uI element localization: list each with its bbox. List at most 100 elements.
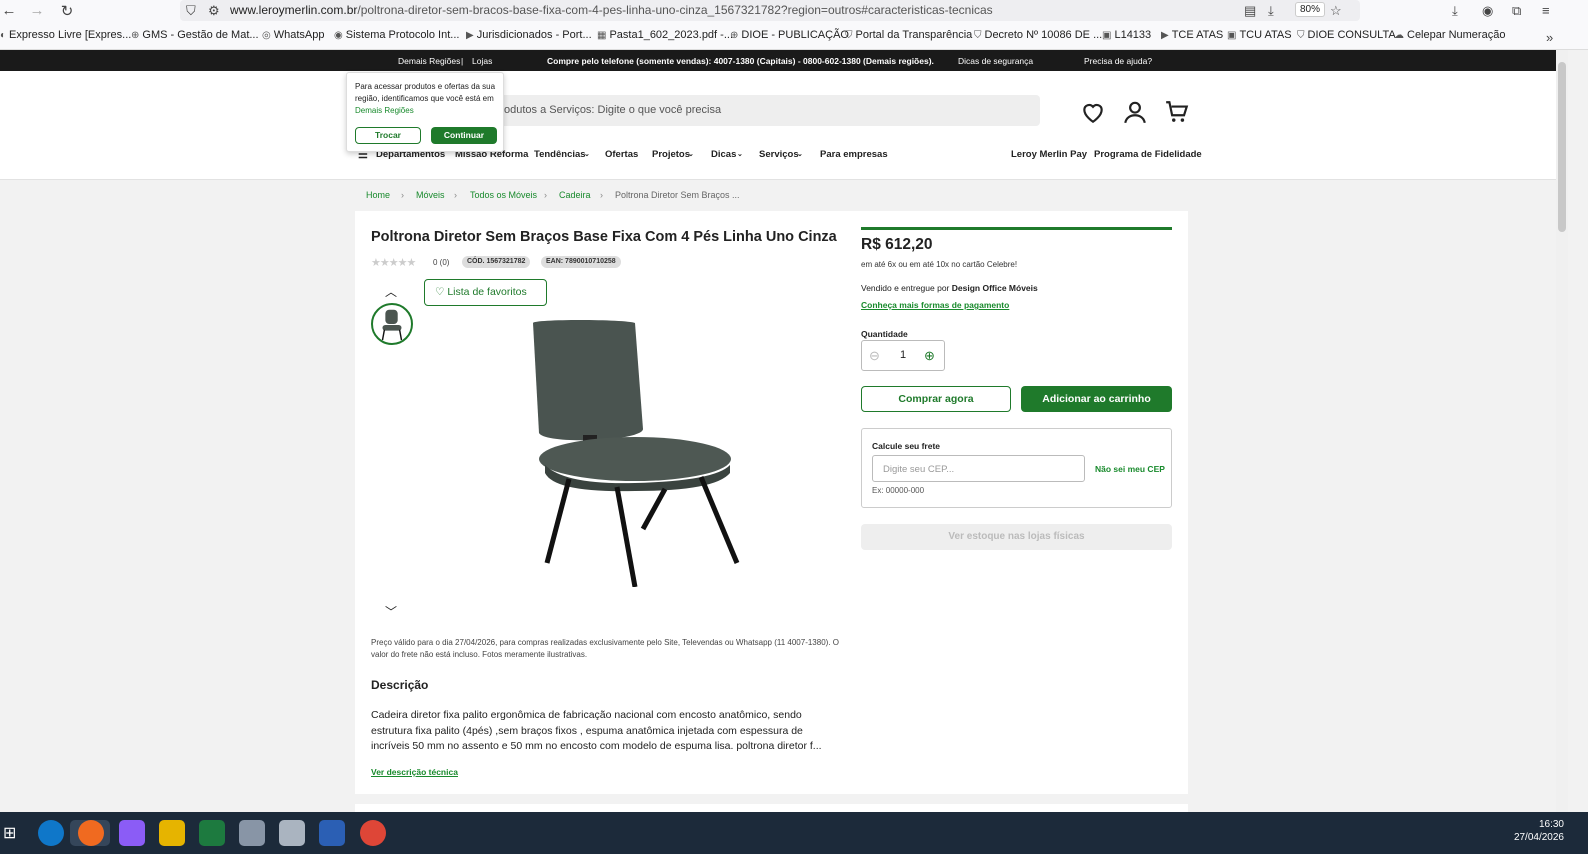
extensions-icon[interactable]: ⧉ xyxy=(1512,3,1521,19)
heart-icon[interactable] xyxy=(1080,99,1106,125)
payment-methods-link[interactable]: Conheça mais formas de pagamento xyxy=(861,300,1009,310)
stores-link[interactable]: Lojas xyxy=(472,56,492,66)
chevron-down-icon: ⌄ xyxy=(584,151,590,158)
account-icon[interactable]: ◉ xyxy=(1482,3,1493,19)
bookmark-label: DIOE - PUBLICAÇÃO xyxy=(741,29,849,41)
product-image xyxy=(533,320,740,587)
thumbnail-image[interactable] xyxy=(371,303,413,345)
popup-region-link[interactable]: Demais Regiões xyxy=(355,106,414,115)
browser-chrome: ← → ↻ ⛉ ⚙ www.leroymerlin.com.br/poltron… xyxy=(0,0,1588,50)
forward-icon[interactable]: → xyxy=(28,2,46,19)
reload-icon[interactable]: ↻ xyxy=(58,2,76,20)
unknown-cep-link[interactable]: Não sei meu CEP xyxy=(1095,464,1165,474)
excel-icon[interactable] xyxy=(199,820,225,846)
scrollbar-thumb[interactable] xyxy=(1558,62,1566,232)
menu-dicas[interactable]: Dicas xyxy=(711,149,736,160)
edge-icon[interactable] xyxy=(38,820,64,846)
breadcrumb-todos-moveis[interactable]: Todos os Móveis xyxy=(470,190,537,200)
bookmark-item[interactable]: ⛉ Decreto Nº 10086 DE ... xyxy=(974,29,1102,41)
bookmark-item[interactable]: ◉ Sistema Protocolo Int... xyxy=(334,29,459,41)
menu-para-empresas[interactable]: Para empresas xyxy=(820,149,888,160)
menu-icon[interactable]: ≡ xyxy=(1542,3,1550,18)
windows-start-icon[interactable]: ⊞ xyxy=(3,823,16,843)
search-placeholder: odutos a Serviços: Digite o que você pre… xyxy=(504,104,722,116)
region-link[interactable]: Demais Regiões xyxy=(398,56,460,66)
favorites-button[interactable]: ♡ Lista de favoritos xyxy=(424,279,547,306)
bookmark-item[interactable]: ⛉ DIOE CONSULTA xyxy=(1297,29,1396,41)
bookmark-item[interactable]: ▦ Pasta1_602_2023.pdf -... xyxy=(597,29,733,41)
change-region-button[interactable]: Trocar xyxy=(355,127,421,144)
bookmark-item[interactable]: ▶ Jurisdicionados - Port... xyxy=(466,29,592,41)
breadcrumb-separator: › xyxy=(600,190,603,200)
system-clock[interactable]: 16:30 27/04/2026 xyxy=(1510,818,1564,844)
minus-icon[interactable]: ⊖ xyxy=(869,348,880,364)
buy-now-button[interactable]: Comprar agora xyxy=(861,386,1011,412)
file-explorer-icon[interactable] xyxy=(159,820,185,846)
menu-tendencias[interactable]: Tendências xyxy=(534,149,586,160)
description-text: Cadeira diretor fixa palito ergonômica d… xyxy=(371,709,822,752)
continue-button[interactable]: Continuar xyxy=(431,127,497,144)
menu-programa-fidelidade[interactable]: Programa de Fidelidade xyxy=(1094,149,1202,160)
tech-description-link[interactable]: Ver descrição técnica xyxy=(371,767,458,777)
more-bookmarks-icon[interactable]: » xyxy=(1546,30,1553,45)
bookmark-item[interactable]: ◐ Expresso Livre [Expres... xyxy=(0,29,131,41)
copilot-icon[interactable] xyxy=(119,820,145,846)
save-page-icon[interactable]: ⤓ xyxy=(1268,3,1274,19)
back-icon[interactable]: ← xyxy=(0,2,18,19)
menu-ofertas[interactable]: Ofertas xyxy=(605,149,638,160)
next-section xyxy=(355,804,1188,812)
bookmark-icon: ⊕ xyxy=(730,29,739,41)
menu-projetos[interactable]: Projetos xyxy=(652,149,690,160)
menu-leroy-merlin-pay[interactable]: Leroy Merlin Pay xyxy=(1011,149,1087,160)
breadcrumb-separator: › xyxy=(544,190,547,200)
site-settings-icon[interactable]: ⚙ xyxy=(208,3,220,19)
stock-button[interactable]: Ver estoque nas lojas físicas xyxy=(861,524,1172,550)
breadcrumb-home[interactable]: Home xyxy=(366,190,390,200)
add-to-cart-button[interactable]: Adicionar ao carrinho xyxy=(1021,386,1172,412)
menu-servicos[interactable]: Serviços xyxy=(759,149,799,160)
firefox-icon[interactable] xyxy=(78,820,104,846)
security-tips-link[interactable]: Dicas de segurança xyxy=(958,56,1033,66)
thumbnail-up-icon[interactable]: ︿ xyxy=(385,283,397,300)
bookmark-label: DIOE CONSULTA xyxy=(1307,29,1396,41)
cep-input[interactable]: Digite seu CEP... xyxy=(872,455,1085,482)
bookmark-item[interactable]: ▣ TCU ATAS xyxy=(1227,29,1292,41)
bookmark-item[interactable]: ⊕ GMS - Gestão de Mat... xyxy=(131,29,259,41)
seller-name: Design Office Móveis xyxy=(951,283,1038,293)
breadcrumb-moveis[interactable]: Móveis xyxy=(416,190,445,200)
address-bar[interactable]: ⛉ ⚙ www.leroymerlin.com.br/poltrona-dire… xyxy=(180,0,1360,21)
price-box: R$ 612,20 xyxy=(861,227,1172,254)
downloads-icon[interactable]: ⤓ xyxy=(1452,3,1458,19)
reader-view-icon[interactable]: ▤ xyxy=(1244,3,1256,19)
zoom-indicator[interactable]: 80% xyxy=(1295,2,1326,17)
search-input[interactable]: odutos a Serviços: Digite o que você pre… xyxy=(480,95,1040,126)
plus-icon[interactable]: ⊕ xyxy=(924,348,935,364)
chevron-down-icon: ⌄ xyxy=(737,151,743,158)
word-icon[interactable] xyxy=(319,820,345,846)
bookmark-item[interactable]: ☁ Celepar Numeração xyxy=(1394,29,1505,41)
bookmark-item[interactable]: ⛉ Portal da Transparência xyxy=(845,29,972,41)
bookmark-item[interactable]: ⊕ DIOE - PUBLICAÇÃO xyxy=(730,29,849,41)
bookmark-item[interactable]: ▣ L14133 xyxy=(1102,29,1151,41)
help-link[interactable]: Precisa de ajuda? xyxy=(1084,56,1152,66)
user-icon[interactable] xyxy=(1122,99,1148,125)
app-icon-2[interactable] xyxy=(279,820,305,846)
chrome-icon[interactable] xyxy=(360,820,386,846)
shield-icon[interactable]: ⛉ xyxy=(186,3,196,19)
breadcrumb-cadeira[interactable]: Cadeira xyxy=(559,190,591,200)
rating-stars[interactable]: ★★★★★ xyxy=(371,256,416,269)
cart-icon[interactable] xyxy=(1164,99,1190,125)
thumbnail-down-icon[interactable]: ﹀ xyxy=(385,603,397,620)
quantity-label: Quantidade xyxy=(861,329,908,339)
site-topbar: Demais Regiões | Lojas Compre pelo telef… xyxy=(0,50,1556,71)
bookmark-icon: ◎ xyxy=(262,29,271,41)
page-scrollbar[interactable] xyxy=(1556,50,1568,812)
app-icon[interactable] xyxy=(239,820,265,846)
bookmark-star-icon[interactable]: ☆ xyxy=(1330,3,1342,19)
bookmark-item[interactable]: ◎ WhatsApp xyxy=(262,29,324,41)
price-validity-text: Preço válido para o dia 27/04/2026, para… xyxy=(371,638,839,659)
bookmark-item[interactable]: ▶ TCE ATAS xyxy=(1161,29,1223,41)
bookmark-label: Jurisdicionados - Port... xyxy=(476,29,592,41)
quantity-value[interactable]: 1 xyxy=(900,349,906,361)
bookmark-icon: ◉ xyxy=(334,29,343,41)
